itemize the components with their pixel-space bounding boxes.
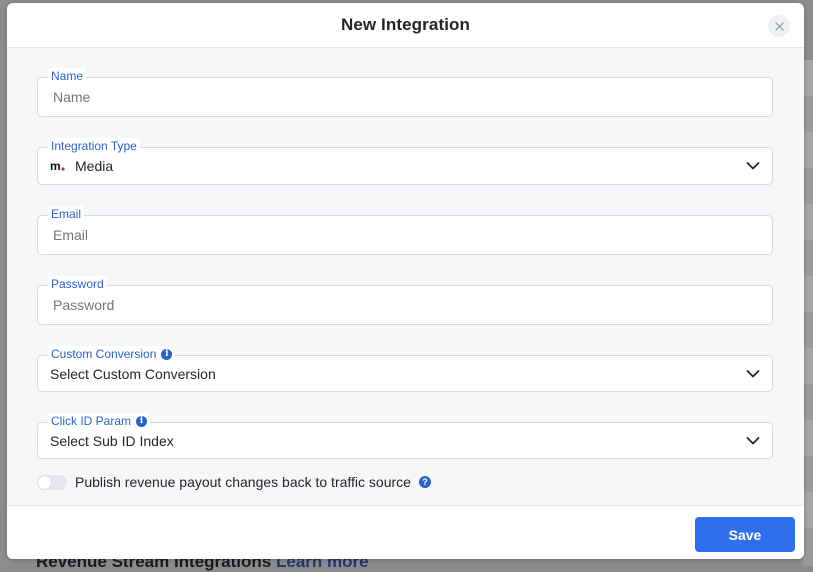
email-label: Email — [48, 206, 85, 222]
integration-type-label: Integration Type — [48, 138, 140, 154]
info-icon[interactable]: i — [136, 415, 148, 427]
custom-conversion-value: Select Custom Conversion — [50, 365, 216, 382]
email-input[interactable] — [53, 227, 653, 243]
modal-footer: Save — [7, 505, 804, 559]
close-button[interactable] — [768, 15, 790, 37]
email-field: Email — [37, 206, 773, 255]
background-table-edge — [803, 60, 813, 566]
modal-header: New Integration — [7, 3, 804, 48]
publish-revenue-toggle[interactable] — [37, 474, 67, 490]
info-icon[interactable]: i — [161, 348, 173, 360]
svg-text:m: m — [50, 160, 61, 172]
close-icon — [774, 21, 784, 31]
custom-conversion-label: Custom Conversion i — [48, 346, 176, 362]
integration-type-select[interactable]: Integration Type m Media — [37, 138, 773, 185]
publish-revenue-toggle-row: Publish revenue payout changes back to t… — [37, 474, 431, 490]
save-button[interactable]: Save — [695, 517, 795, 552]
click-id-param-select[interactable]: Click ID Param i Select Sub ID Index — [37, 413, 773, 459]
chevron-down-icon — [746, 162, 760, 170]
toggle-knob — [38, 475, 51, 489]
media-logo-icon: m — [50, 160, 65, 172]
chevron-down-icon — [746, 436, 760, 444]
custom-conversion-select[interactable]: Custom Conversion i Select Custom Conver… — [37, 346, 773, 392]
modal-title: New Integration — [340, 15, 470, 34]
publish-revenue-label: Publish revenue payout changes back to t… — [75, 474, 411, 490]
new-integration-modal: New Integration Name Integration Type m — [7, 3, 804, 559]
integration-type-value: m Media — [50, 158, 114, 174]
password-field: Password — [37, 276, 773, 325]
click-id-param-label: Click ID Param i — [48, 413, 151, 429]
name-field: Name — [37, 68, 773, 117]
click-id-param-value: Select Sub ID Index — [50, 432, 174, 449]
question-icon[interactable]: ? — [418, 476, 431, 488]
password-input[interactable] — [53, 297, 653, 313]
password-label: Password — [48, 276, 107, 292]
name-label: Name — [48, 68, 87, 84]
chevron-down-icon — [746, 369, 760, 377]
modal-body: Name Integration Type m Media Email — [7, 48, 804, 505]
name-input[interactable] — [53, 89, 653, 105]
